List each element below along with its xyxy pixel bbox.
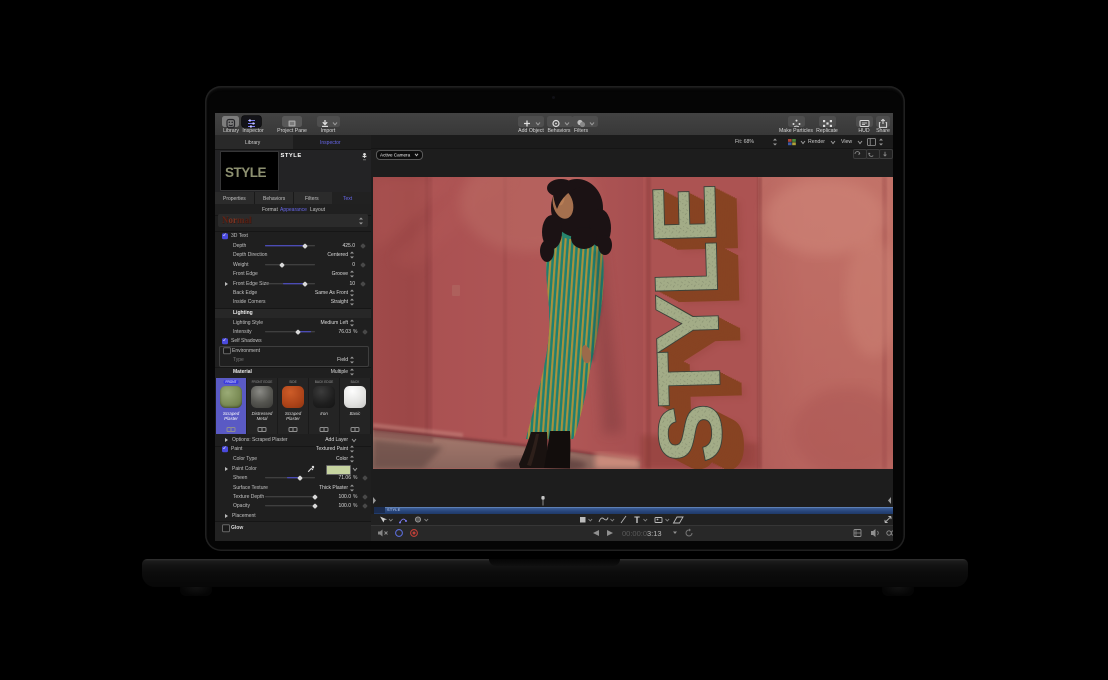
svg-text:STYLE: STYLE xyxy=(633,185,740,464)
svg-text:00:00:0: 00:00:0 xyxy=(622,529,647,538)
svg-text:3:13: 3:13 xyxy=(647,529,662,538)
svg-text:T: T xyxy=(634,515,640,525)
